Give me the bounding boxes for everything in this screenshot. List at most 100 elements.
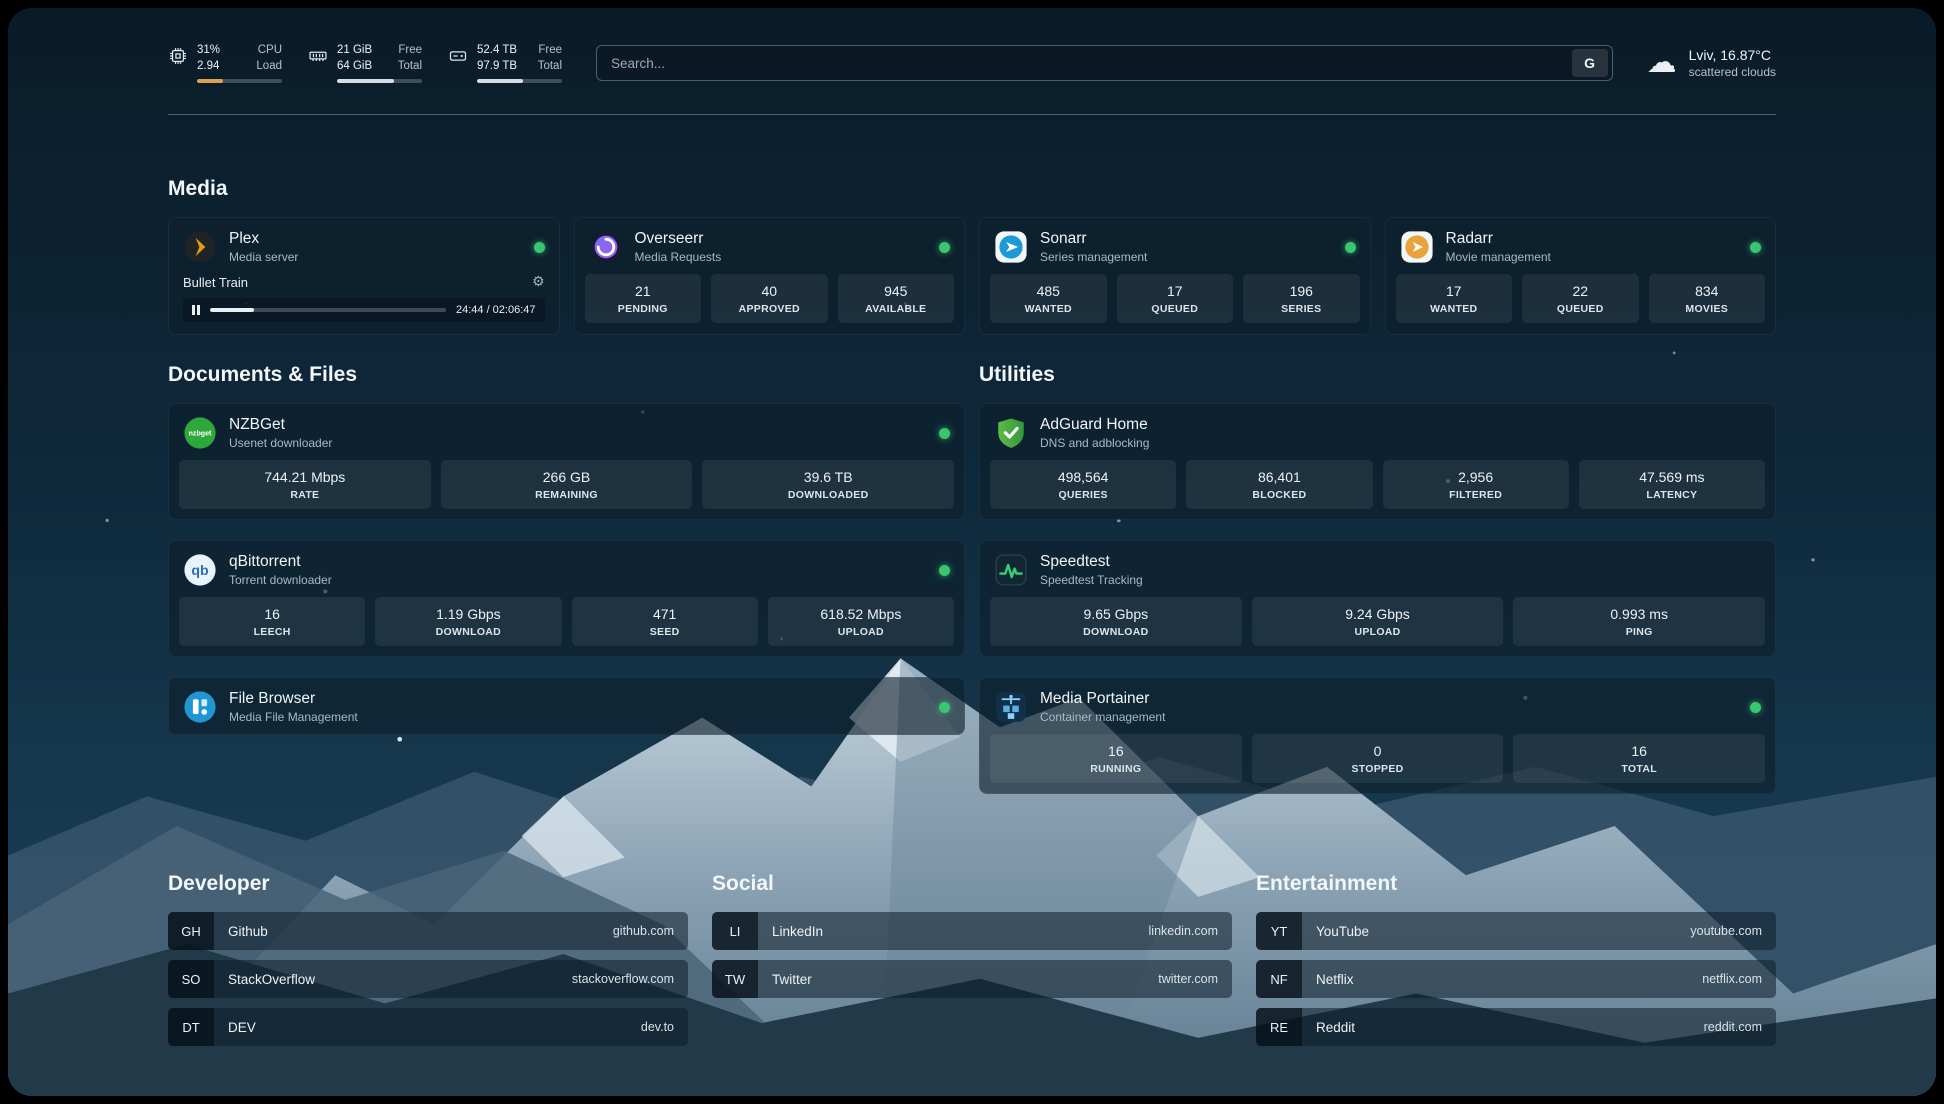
- cpu-progress-bar: [197, 79, 282, 83]
- bookmarks-area: Developer GH Github github.com SO StackO…: [168, 872, 1776, 1056]
- bookmark-url: netflix.com: [1702, 972, 1762, 986]
- stat-stopped: 0 STOPPED: [1252, 734, 1504, 783]
- weather-condition: scattered clouds: [1689, 65, 1776, 79]
- topbar-divider: [168, 114, 1776, 115]
- weather-location: Lviv, 16.87°C: [1689, 47, 1776, 63]
- speedtest-card[interactable]: Speedtest Speedtest Tracking 9.65 Gbps D…: [979, 540, 1776, 657]
- weather-widget: ☁ Lviv, 16.87°C scattered clouds: [1647, 47, 1776, 79]
- search-bar: G: [596, 45, 1613, 81]
- app-subtitle: Media Requests: [635, 250, 722, 264]
- ram-widget: 21 GiB 64 GiB Free Total: [308, 43, 422, 83]
- stat-upload: 618.52 Mbps UPLOAD: [768, 597, 954, 646]
- disk-label-top: Free: [538, 43, 562, 59]
- stat-rate: 744.21 Mbps RATE: [179, 460, 431, 509]
- bookmark-name: DEV: [228, 1020, 256, 1035]
- app-subtitle: Movie management: [1446, 250, 1551, 264]
- bookmark-netflix[interactable]: NF Netflix netflix.com: [1256, 960, 1776, 998]
- bookmark-dev[interactable]: DT DEV dev.to: [168, 1008, 688, 1046]
- media-grid: Plex Media server Bullet Train ⚙: [168, 217, 1776, 335]
- cpu-icon: [168, 46, 188, 66]
- nzbget-icon: nzbget: [183, 416, 217, 450]
- app-title: AdGuard Home: [1040, 416, 1149, 434]
- search-input[interactable]: [611, 56, 1572, 71]
- bookmark-twitter[interactable]: TW Twitter twitter.com: [712, 960, 1232, 998]
- stat-queries: 498,564 QUERIES: [990, 460, 1176, 509]
- stat-series: 196 SERIES: [1243, 274, 1360, 323]
- status-dot: [939, 428, 950, 439]
- radarr-card[interactable]: Radarr Movie management 17 WANTED 22 QUE…: [1385, 217, 1777, 335]
- adguard-icon: [994, 416, 1028, 450]
- dashboard: { "colors": { "status_online": "#3ac56f"…: [0, 0, 1944, 1104]
- ram-label-bottom: Total: [398, 59, 422, 75]
- plex-card[interactable]: Plex Media server Bullet Train ⚙: [168, 217, 560, 335]
- cpu-label-bottom: Load: [256, 59, 282, 75]
- stat-leech: 16 LEECH: [179, 597, 365, 646]
- youtube-icon: YT: [1256, 912, 1302, 950]
- radarr-icon: [1400, 230, 1434, 264]
- adguard-card[interactable]: AdGuard Home DNS and adblocking 498,564 …: [979, 403, 1776, 520]
- section-title-media: Media: [168, 177, 1776, 201]
- bookmark-github[interactable]: GH Github github.com: [168, 912, 688, 950]
- cloud-icon: ☁: [1647, 48, 1677, 78]
- portainer-card[interactable]: Media Portainer Container management 16 …: [979, 677, 1776, 794]
- cpu-label-top: CPU: [256, 43, 282, 59]
- status-dot: [939, 702, 950, 713]
- dev-icon: DT: [168, 1008, 214, 1046]
- nzbget-card[interactable]: nzbget NZBGet Usenet downloader 744.21 M…: [168, 403, 965, 520]
- status-dot: [939, 565, 950, 576]
- qbittorrent-icon: qb: [183, 553, 217, 587]
- bookmark-url: youtube.com: [1690, 924, 1762, 938]
- bookmark-stackoverflow[interactable]: SO StackOverflow stackoverflow.com: [168, 960, 688, 998]
- qbittorrent-card[interactable]: qb qBittorrent Torrent downloader 16 LEE…: [168, 540, 965, 657]
- top-bar: 31% 2.94 CPU Load: [168, 40, 1776, 86]
- stat-download: 1.19 Gbps DOWNLOAD: [375, 597, 561, 646]
- bookmark-url: twitter.com: [1158, 972, 1218, 986]
- disk-icon: [448, 46, 468, 66]
- bookmark-name: Netflix: [1316, 972, 1354, 987]
- bookmark-url: linkedin.com: [1149, 924, 1218, 938]
- bookmark-name: YouTube: [1316, 924, 1369, 939]
- section-title-documents: Documents & Files: [168, 363, 965, 387]
- app-subtitle: Container management: [1040, 710, 1165, 724]
- stat-movies: 834 MOVIES: [1649, 274, 1766, 323]
- overseerr-icon: [589, 230, 623, 264]
- disk-widget: 52.4 TB 97.9 TB Free Total: [448, 43, 562, 83]
- app-title: Speedtest: [1040, 553, 1143, 571]
- app-title: Sonarr: [1040, 230, 1147, 248]
- sonarr-icon: [994, 230, 1028, 264]
- pause-button[interactable]: [192, 305, 200, 315]
- bookmark-name: StackOverflow: [228, 972, 315, 987]
- cpu-usage-value: 31%: [197, 43, 220, 59]
- bookmark-url: stackoverflow.com: [572, 972, 674, 986]
- bookmark-reddit[interactable]: RE Reddit reddit.com: [1256, 1008, 1776, 1046]
- filebrowser-card[interactable]: File Browser Media File Management: [168, 677, 965, 735]
- app-title: Media Portainer: [1040, 690, 1165, 708]
- stat-total: 16 TOTAL: [1513, 734, 1765, 783]
- dashboard-window: 31% 2.94 CPU Load: [8, 8, 1936, 1096]
- overseerr-card[interactable]: Overseerr Media Requests 21 PENDING 40 A…: [574, 217, 966, 335]
- app-title: Plex: [229, 230, 298, 248]
- sonarr-card[interactable]: Sonarr Series management 485 WANTED 17 Q…: [979, 217, 1371, 335]
- search-engine-button[interactable]: G: [1572, 49, 1608, 77]
- status-dot: [534, 242, 545, 253]
- bookmark-youtube[interactable]: YT YouTube youtube.com: [1256, 912, 1776, 950]
- ram-free-value: 21 GiB: [337, 43, 372, 59]
- stat-queued: 22 QUEUED: [1522, 274, 1639, 323]
- stat-blocked: 86,401 BLOCKED: [1186, 460, 1372, 509]
- svg-text:qb: qb: [191, 563, 209, 579]
- status-dot: [1345, 242, 1356, 253]
- status-dot: [1750, 242, 1761, 253]
- gear-icon[interactable]: ⚙: [532, 274, 545, 290]
- bookmark-url: github.com: [613, 924, 674, 938]
- stat-upload: 9.24 Gbps UPLOAD: [1252, 597, 1504, 646]
- section-title-utilities: Utilities: [979, 363, 1776, 387]
- bookmark-linkedin[interactable]: LI LinkedIn linkedin.com: [712, 912, 1232, 950]
- cpu-load-value: 2.94: [197, 59, 220, 75]
- stat-downloaded: 39.6 TB DOWNLOADED: [702, 460, 954, 509]
- main-columns: Documents & Files nzbget NZBGet Usenet d…: [168, 363, 1776, 814]
- playback-progress-fill: [210, 308, 255, 312]
- playback-time: 24:44 / 02:06:47: [456, 304, 536, 316]
- now-playing-title: Bullet Train: [183, 275, 248, 290]
- playback-progress-bar[interactable]: [210, 308, 446, 312]
- bookmark-name: Github: [228, 924, 268, 939]
